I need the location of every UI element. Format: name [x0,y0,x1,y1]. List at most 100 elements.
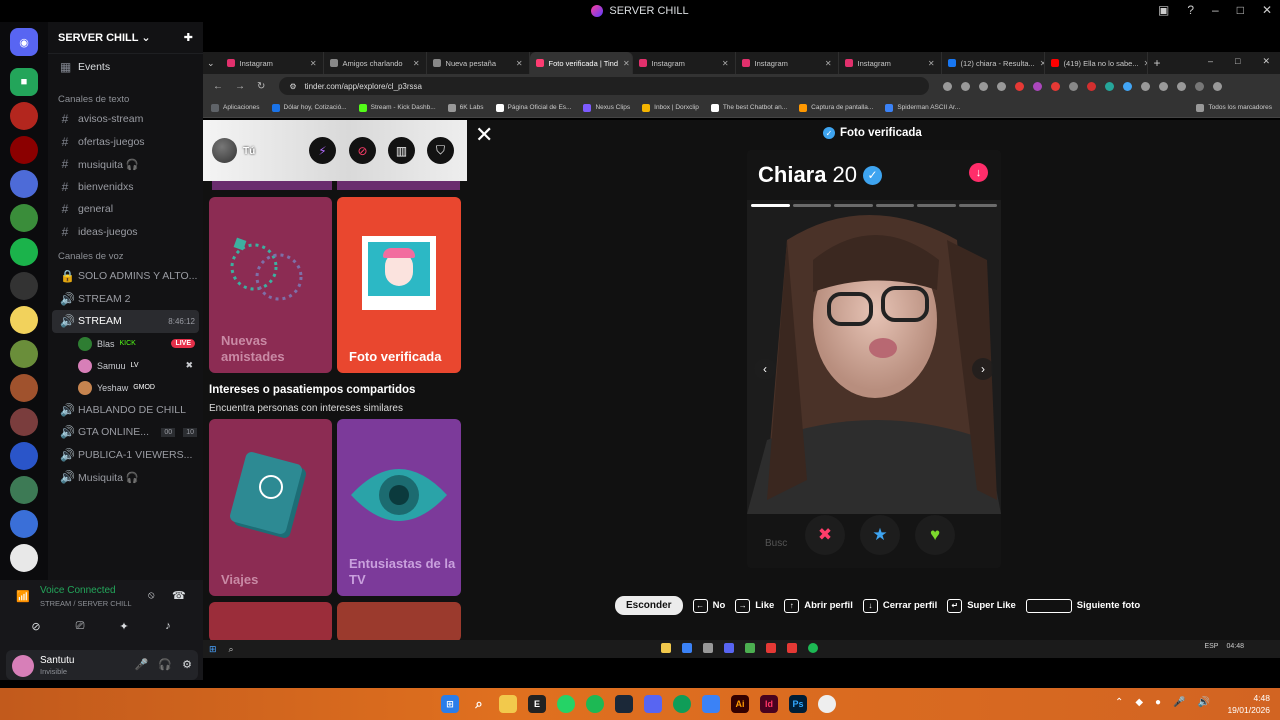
maximize-icon[interactable]: □ [1235,56,1240,67]
profile-icon[interactable] [1195,81,1205,91]
close-tab-icon[interactable]: ✕ [623,59,630,68]
search-icon[interactable]: ⌕ [229,644,234,655]
headphones-icon[interactable]: 🎧 [158,658,172,671]
location-icon[interactable] [943,81,953,91]
photo-bar[interactable] [834,204,873,207]
profile-photo[interactable]: ‹ › [747,200,1001,514]
app-tray-icon[interactable]: ● [1155,697,1161,708]
url-bar[interactable]: ⚙ tinder.com/app/explore/cl_p3rssa [279,77,930,95]
server-icon-brown[interactable] [10,374,38,402]
add-user-icon[interactable]: ✚ [184,31,193,44]
tab-5[interactable]: Instagram ✕ [736,52,839,74]
close-icon[interactable]: ✕ [1262,3,1272,17]
close-icon[interactable]: ✕ [475,122,493,148]
bookmark[interactable]: Nexus Clips [583,103,630,112]
server-icon-navy[interactable] [10,442,38,470]
extension-icon[interactable] [1033,81,1043,91]
travel-card[interactable]: Viajes [209,419,332,596]
server-icon-frog[interactable] [10,204,38,232]
soundboard-icon[interactable]: ♪ [148,617,188,635]
bookmark[interactable]: Aplicaciones [211,103,260,112]
nope-icon[interactable]: ✖ [805,515,845,555]
close-tab-icon[interactable]: ✕ [413,59,420,68]
photoshop-icon[interactable]: Ps [789,695,807,713]
next-card[interactable] [337,602,461,640]
voice-channel-3[interactable]: 🔊 GTA ONLINE... 00 10 [48,421,203,444]
windows-start-icon[interactable]: ⊞ [209,644,217,655]
mic-icon[interactable]: 🎤 [135,658,149,671]
shield-icon[interactable]: ⛉ [427,137,454,164]
extension-icon[interactable] [1123,81,1133,91]
server-header[interactable]: SERVER CHILL ⌄ ✚ [48,22,203,54]
tab-8[interactable]: (419) Ella no lo sabe... ✕ [1045,52,1148,74]
language-indicator[interactable]: ESP [1204,643,1218,650]
install-icon[interactable] [961,81,971,91]
next-photo-icon[interactable]: › [972,358,994,380]
tab-6[interactable]: Instagram ✕ [839,52,942,74]
extension-icon[interactable] [1105,81,1115,91]
channel-5[interactable]: # ideas-juegos [48,221,203,244]
bookmark[interactable]: Stream - Kick Dashb... [358,103,436,112]
noise-suppression-icon[interactable]: ⦸ [148,590,155,601]
app-icon[interactable] [703,643,713,653]
bookmark[interactable]: Captura de pantalla... [799,103,873,112]
volume-icon[interactable]: 🔊 [1198,697,1210,708]
zoom-icon[interactable] [979,81,989,91]
site-info-icon[interactable]: ⚙ [289,82,296,91]
server-icon-g[interactable] [10,510,38,538]
spotify-icon[interactable] [586,695,604,713]
my-avatar[interactable] [212,138,237,163]
voice-channel-0[interactable]: 🔒 SOLO ADMINS Y ALTO... [48,265,203,288]
voice-user[interactable]: Blas KICK LIVE [48,333,203,355]
server-icon-green[interactable]: ■ [10,68,38,96]
voice-user[interactable]: Samuu LV ✖ [48,355,203,377]
app-icon[interactable] [682,643,692,653]
bookmark[interactable]: Dólar hoy, Cotizació... [271,103,347,112]
photo-bar[interactable] [958,204,997,207]
server-icon-lime[interactable] [10,238,38,266]
like-icon[interactable]: ♥ [915,515,955,555]
signal-icon[interactable]: 📶 [16,590,30,603]
photo-bar[interactable] [875,204,914,207]
server-icon-blue[interactable] [10,170,38,198]
server-icon-gray[interactable] [10,272,38,300]
app-icon[interactable] [702,695,720,713]
voice-connected-sub[interactable]: STREAM / SERVER CHILL [40,599,132,608]
extension-icon[interactable] [1141,81,1151,91]
voice-category[interactable]: Canales de voz [48,243,203,265]
photo-bar[interactable] [751,204,790,207]
extensions-puzzle-icon[interactable] [1159,81,1169,91]
settings-icon[interactable]: ⚙ [182,658,192,671]
photo-bar[interactable] [917,204,956,207]
extension-icon[interactable] [1051,81,1061,91]
app-icon[interactable] [787,643,797,653]
tab-1[interactable]: Amigos charlando ✕ [324,52,427,74]
server-icon-olive[interactable] [10,340,38,368]
discord-icon[interactable] [644,695,662,713]
server-icon-white[interactable] [10,544,38,572]
channel-4[interactable]: # general [48,198,203,221]
voice-channel-1[interactable]: 🔊 STREAM 2 [48,288,203,311]
tab-4[interactable]: Instagram ✕ [633,52,736,74]
tab-search-icon[interactable]: ⌄ [207,58,215,69]
super-like-icon[interactable]: ★ [860,515,900,555]
chrome-icon[interactable] [745,643,755,653]
voice-channel-4[interactable]: 🔊 PUBLICA-1 VIEWERS... [48,444,203,467]
explore-icon[interactable]: ⊘ [349,137,376,164]
epic-games-icon[interactable]: E [528,695,546,713]
voice-channel-5[interactable]: 🔊 Musiquita 🎧 [48,466,203,489]
inner-clock[interactable]: 04:48 [1226,643,1244,650]
you-label[interactable]: Tú [243,146,255,157]
user-avatar[interactable] [12,655,34,677]
voice-channel-2[interactable]: 🔊 HABLANDO DE CHILL [48,399,203,422]
clock[interactable]: 4:48 19/01/2026 [1227,692,1270,716]
server-icon-maroon[interactable] [10,408,38,436]
close-tab-icon[interactable]: ✕ [516,59,523,68]
channel-2[interactable]: # musiquita 🎧 [48,153,203,176]
server-icon-teal[interactable] [10,476,38,504]
channel-3[interactable]: # bienvenidxs [48,176,203,199]
voice-channel-active[interactable]: 🔊 STREAM 8:46:12 [52,310,199,333]
tv-card[interactable]: Entusiastas de la TV [337,419,461,596]
bookmark[interactable]: Spiderman ASCII Ar... [885,103,960,112]
voice-user[interactable]: Yeshaw GMOD [48,377,203,399]
